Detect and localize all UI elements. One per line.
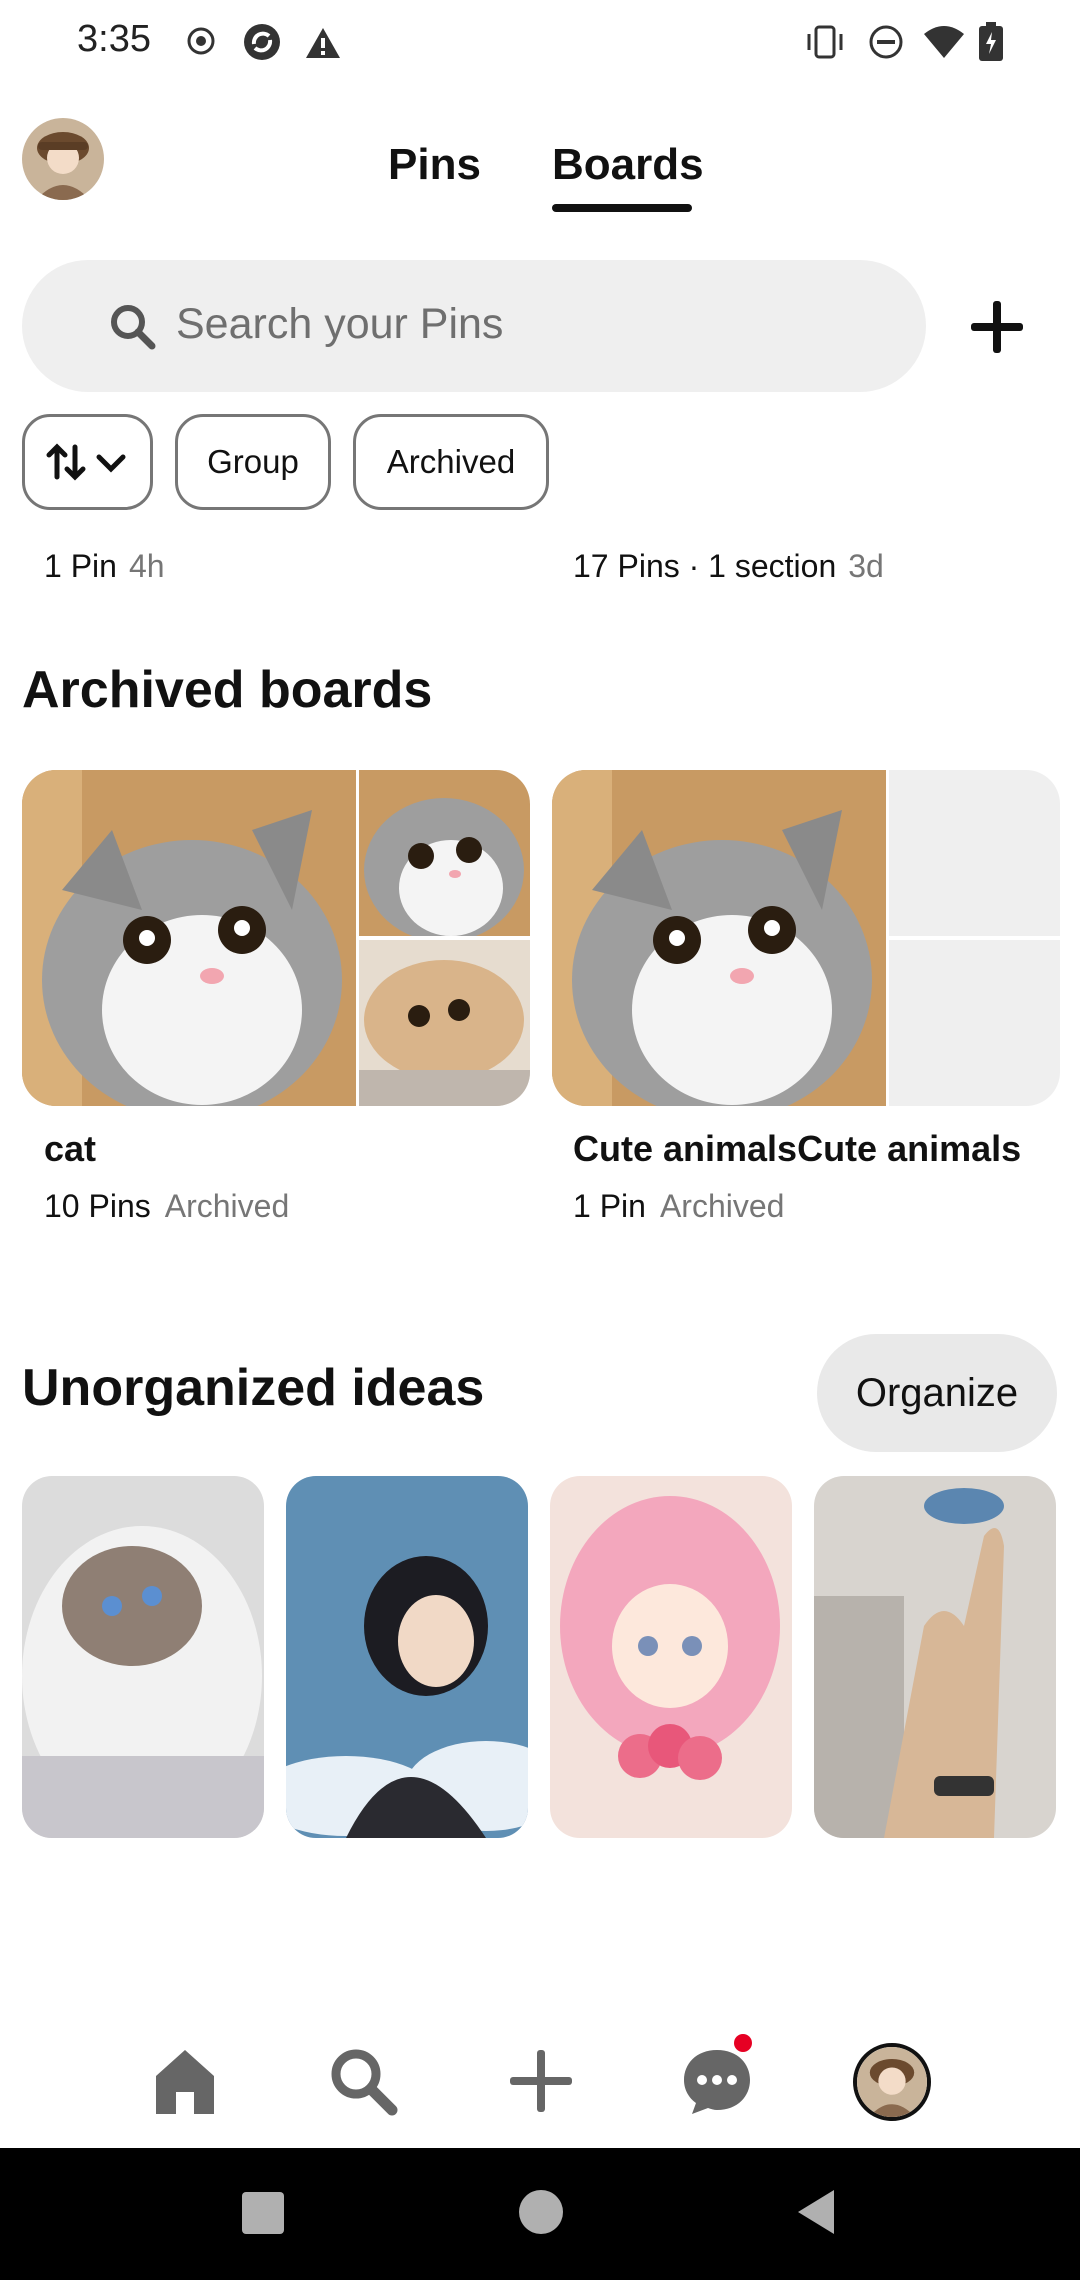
board-meta: 10 Pins Archived (44, 1188, 290, 1224)
create-icon[interactable] (504, 2044, 578, 2118)
board-card-cat[interactable] (22, 770, 530, 1106)
empty-thumbnail (889, 770, 1060, 936)
board-meta: 1 Pin Archived (573, 1188, 785, 1224)
board-title: Cute animalsCute animals (573, 1128, 1022, 1169)
cat-image (552, 770, 886, 1106)
messages-icon[interactable] (680, 2044, 754, 2118)
tab-pins[interactable]: Pins (388, 140, 481, 190)
profile-avatar[interactable] (853, 2043, 931, 2121)
empty-thumbnail (889, 940, 1060, 1106)
battery-icon (979, 22, 1003, 61)
board-card-cute-animals[interactable] (552, 770, 1060, 1106)
dnd-icon (869, 25, 903, 59)
wifi-icon (924, 26, 964, 58)
anime-girl-image (286, 1476, 528, 1838)
cat-image (22, 770, 356, 1106)
home-system-button[interactable] (519, 2190, 563, 2234)
search-icon[interactable] (326, 2044, 400, 2118)
idea-pin[interactable] (814, 1476, 1056, 1838)
idea-pin[interactable] (550, 1476, 792, 1838)
vibrate-icon (807, 25, 843, 59)
recents-button[interactable] (242, 2192, 284, 2234)
section-title: Archived boards (22, 661, 433, 719)
ragdoll-cat-image (22, 1476, 264, 1838)
hand-bird-image (814, 1476, 1056, 1838)
idea-pin[interactable] (286, 1476, 528, 1838)
section-title: Unorganized ideas (22, 1359, 485, 1417)
pink-hair-girl-image (550, 1476, 792, 1838)
warning-icon (306, 28, 340, 58)
group-chip[interactable]: Group (175, 414, 331, 510)
notification-dot (734, 2034, 752, 2052)
back-button[interactable] (794, 2188, 838, 2236)
search-icon (111, 305, 156, 350)
record-icon (187, 27, 215, 55)
add-icon[interactable] (965, 295, 1029, 359)
search-placeholder: Search your Pins (176, 300, 504, 348)
sort-arrows-icon (46, 443, 125, 481)
board-meta: 17 Pins · 1 section 3d (573, 548, 884, 584)
cat-image (359, 770, 530, 936)
board-meta: 1 Pin 4h (44, 548, 165, 584)
home-icon[interactable] (148, 2044, 222, 2118)
archived-chip[interactable]: Archived (353, 414, 549, 510)
organize-button[interactable]: Organize (817, 1334, 1057, 1452)
idea-pin[interactable] (22, 1476, 264, 1838)
active-tab-indicator (552, 204, 692, 212)
sort-button[interactable] (22, 414, 153, 510)
profile-avatar[interactable] (22, 118, 104, 200)
tab-boards[interactable]: Boards (552, 140, 704, 190)
kitten-image (359, 940, 530, 1106)
sync-icon (244, 24, 280, 60)
status-time: 3:35 (77, 18, 151, 60)
board-title: cat (44, 1128, 97, 1169)
